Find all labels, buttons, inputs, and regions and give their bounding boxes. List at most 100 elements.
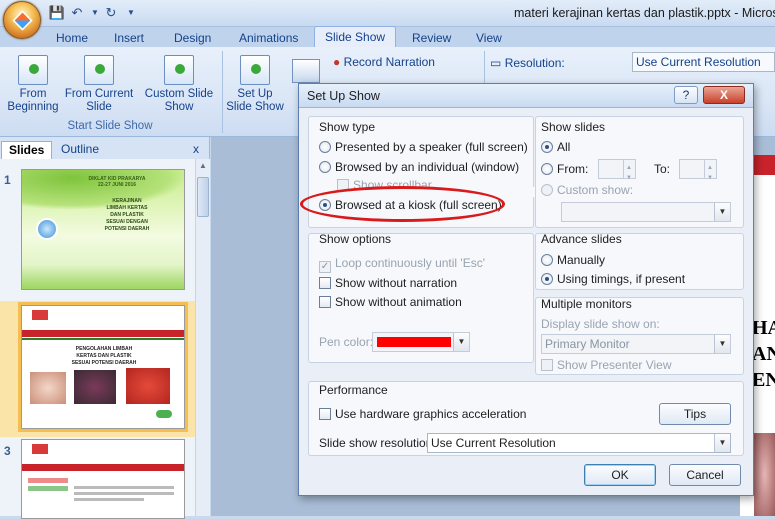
spinner-icon[interactable] [704, 159, 716, 187]
custom-slide-show-button[interactable]: Custom Slide Show [140, 55, 218, 114]
checkbox-hw-acceleration[interactable]: Use hardware graphics acceleration [319, 407, 526, 421]
show-type-title: Show type [319, 120, 376, 134]
dialog-title: Set Up Show [307, 89, 380, 103]
chevron-down-icon[interactable]: ▼ [453, 333, 469, 351]
checkbox-no-animation[interactable]: Show without animation [319, 295, 462, 309]
radio-using-timings[interactable]: Using timings, if present [541, 272, 685, 286]
setup-icon [240, 55, 270, 85]
slide1-line: LIMBAH KERTAS [106, 205, 148, 211]
close-button[interactable]: X [703, 86, 745, 104]
monitor-dropdown[interactable]: Primary Monitor ▼ [541, 334, 731, 354]
show-slides-title: Show slides [541, 120, 606, 134]
office-logo-icon [12, 10, 33, 31]
to-slide-input[interactable] [679, 159, 717, 187]
from-beginning-button[interactable]: From Beginning [4, 55, 62, 114]
set-up-show-dialog: Set Up Show ? X Show type Presented by a… [298, 83, 754, 496]
radio-icon [541, 254, 553, 266]
tab-design[interactable]: Design [164, 29, 221, 47]
slide1-line: DAN PLASTIK [110, 212, 144, 218]
tips-button[interactable]: Tips [659, 403, 731, 425]
opt-label: All [557, 140, 571, 154]
ok-button[interactable]: OK [584, 464, 656, 486]
slide1-header: DIKLAT KID PRAKARYA 22-27 JUNI 2016 [62, 176, 172, 188]
radio-all-slides[interactable]: All [541, 140, 570, 154]
performance-title: Performance [319, 383, 388, 397]
tab-insert[interactable]: Insert [104, 29, 154, 47]
scroll-up-icon[interactable]: ▲ [197, 161, 209, 173]
advance-slides-title: Advance slides [541, 232, 622, 246]
opt-label: Custom show: [557, 183, 634, 197]
tab-outline[interactable]: Outline [54, 141, 106, 159]
tab-home[interactable]: Home [46, 29, 98, 47]
record-icon: ● [333, 55, 341, 69]
slides-pane-scrollbar[interactable]: ▲ [195, 159, 210, 516]
opt-label: Browsed by an individual (window) [335, 160, 520, 174]
office-button[interactable] [3, 1, 41, 39]
opt-label: Show without animation [335, 295, 462, 309]
set-up-slide-show-button[interactable]: Set Up Slide Show [224, 55, 286, 114]
radio-presented-by-speaker[interactable]: Presented by a speaker (full screen) [319, 140, 528, 154]
tab-view[interactable]: View [466, 29, 512, 47]
title-bar: 💾 ↶ ▼ ↻ ▼ materi kerajinan kertas dan pl… [0, 0, 775, 27]
resolution-label-text: Resolution: [504, 56, 565, 70]
slide-thumbnail-2[interactable]: PENGOLAHAN LIMBAH KERTAS DAN PLASTIK SES… [18, 302, 188, 432]
chevron-down-icon[interactable]: ▼ [714, 203, 730, 221]
grass-decoration [22, 265, 184, 289]
from-current-label: From Current Slide [64, 88, 134, 113]
record-narration-button[interactable]: ● Record Narration [333, 55, 435, 69]
custom-show-icon [164, 55, 194, 85]
tab-review[interactable]: Review [402, 29, 461, 47]
save-icon[interactable]: 💾 [48, 4, 66, 22]
customize-qat-icon[interactable]: ▼ [122, 4, 140, 22]
pen-color-picker[interactable]: ▼ [372, 332, 470, 352]
custom-show-dropdown[interactable]: ▼ [561, 202, 731, 222]
radio-custom-show[interactable]: Custom show: [541, 183, 633, 197]
help-button[interactable]: ? [674, 86, 698, 104]
redo-icon[interactable]: ↻ [102, 4, 120, 22]
slide-thumbnail-3[interactable] [21, 439, 185, 519]
tab-animations[interactable]: Animations [229, 29, 308, 47]
monitor-value: Primary Monitor [545, 337, 630, 351]
radio-manually[interactable]: Manually [541, 253, 605, 267]
slide2-title-line: SESUAI POTENSI DAERAH [71, 360, 137, 366]
checkbox-icon [319, 296, 331, 308]
slide2-title: PENGOLAHAN LIMBAH KERTAS DAN PLASTIK SES… [42, 346, 166, 367]
cancel-button[interactable]: Cancel [669, 464, 741, 486]
radio-from-slide[interactable]: From: [541, 162, 588, 176]
checkbox-loop[interactable]: ✓ Loop continuously until 'Esc' [319, 256, 485, 273]
opt-label: Show Presenter View [557, 358, 672, 372]
scroll-thumb[interactable] [197, 177, 209, 217]
from-beginning-label: From Beginning [7, 88, 59, 113]
craft-photo-3 [126, 368, 170, 404]
custom-show-label: Custom Slide Show [144, 88, 214, 113]
tab-slide-show[interactable]: Slide Show [314, 26, 397, 48]
spinner-icon[interactable] [623, 159, 635, 187]
chevron-down-icon[interactable]: ▼ [714, 335, 730, 353]
undo-icon[interactable]: ↶ [68, 4, 86, 22]
from-slide-input[interactable] [598, 159, 636, 187]
close-pane-icon[interactable]: x [193, 142, 199, 156]
slide-title-text: HA AN EN [752, 315, 775, 393]
checkbox-presenter-view[interactable]: Show Presenter View [541, 358, 672, 372]
slide1-line: 22-27 JUNI 2016 [97, 182, 137, 188]
slide3-menu [28, 486, 68, 491]
monitor-icon: ▭ [490, 56, 502, 70]
craft-photo-1 [30, 372, 66, 404]
chevron-down-icon[interactable]: ▼ [714, 434, 730, 452]
tab-slides[interactable]: Slides [1, 141, 53, 159]
resolution-dropdown[interactable]: Use Current Resolution [632, 52, 775, 72]
hide-slide-icon[interactable] [292, 59, 320, 83]
slide-thumbnail-1[interactable]: DIKLAT KID PRAKARYA 22-27 JUNI 2016 KERA… [21, 169, 185, 290]
globe-icon [36, 218, 58, 240]
slide3-logo [32, 444, 48, 454]
slide-show-resolution-dropdown[interactable]: Use Current Resolution ▼ [427, 433, 731, 453]
radio-browsed-by-individual[interactable]: Browsed by an individual (window) [319, 160, 519, 174]
checkbox-no-narration[interactable]: Show without narration [319, 276, 457, 290]
craft-photo-2 [74, 370, 116, 404]
slide3-text-line [74, 498, 144, 501]
from-current-slide-button[interactable]: From Current Slide [64, 55, 134, 114]
pen-color-label: Pen color: [319, 335, 374, 349]
window-title: materi kerajinan kertas dan plastik.pptx… [514, 6, 775, 20]
slide2-nav-bar [22, 330, 184, 337]
slide-photo [754, 433, 775, 516]
